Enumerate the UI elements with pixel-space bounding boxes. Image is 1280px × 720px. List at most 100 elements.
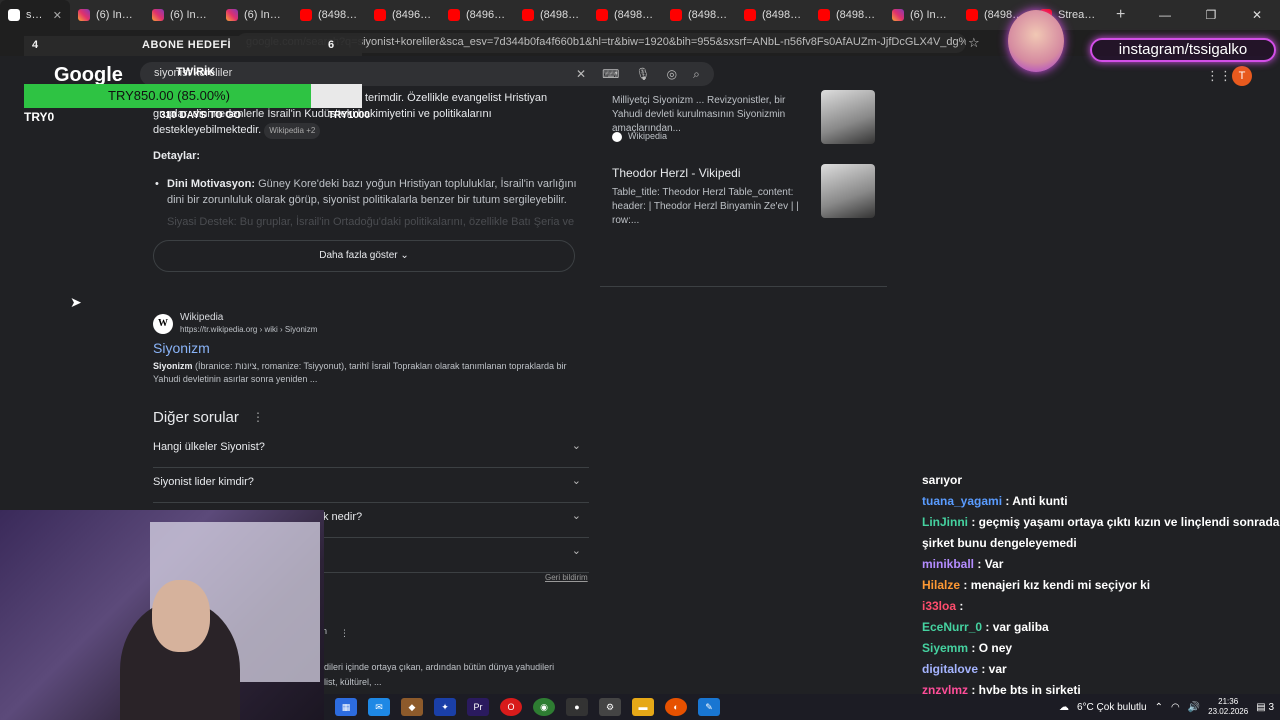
chat-text: : (959, 599, 964, 613)
tab-label: (8498) unutm (318, 9, 358, 21)
settings-icon[interactable]: ⚙ (599, 698, 621, 716)
tab-label: (8498) Müge (762, 9, 802, 21)
tab-youtube[interactable]: (8496) SURV (366, 0, 440, 30)
bookmark-star-icon[interactable]: ☆ (968, 35, 980, 51)
show-more-button[interactable]: Daha fazla göster ⌄ (153, 240, 575, 272)
chat-username[interactable]: tuana_yagami (922, 494, 1005, 508)
instagram-icon (152, 9, 164, 21)
keyboard-icon[interactable]: ⌨ (602, 67, 619, 82)
system-tray: ☁ 6°C Çok bulutlu ⌃ ◠ 🔊 21:36 23.02.2026 … (1059, 694, 1280, 720)
time: 21:36 (1218, 697, 1239, 706)
chat-text: şirket bunu dengeleyemedi (922, 536, 1077, 550)
chat-username[interactable]: i33loa (922, 599, 959, 613)
premiere-icon[interactable]: Pr (467, 698, 489, 716)
chat-message: EceNurr_0 : var galiba (918, 617, 1280, 638)
youtube-icon (374, 9, 386, 21)
app-icon[interactable]: ✦ (434, 698, 456, 716)
tab-instagram[interactable]: (6) Instagram (884, 0, 958, 30)
chat-username[interactable]: LinJinni (922, 515, 971, 529)
search-icon[interactable]: ⌕ (693, 67, 700, 82)
feedback-link[interactable]: Geri bildirim (545, 573, 588, 582)
youtube-icon (670, 9, 682, 21)
side-card-snippet: Table_title: Theodor Herzl Table_content… (612, 187, 799, 226)
progress-min: TRY0 (24, 110, 55, 124)
microphone-icon[interactable]: 🎙 (635, 67, 650, 82)
tab-youtube[interactable]: (8498) SİNA (810, 0, 884, 30)
tab-youtube[interactable]: (8498) ERKA (588, 0, 662, 30)
wifi-icon[interactable]: ◠ (1171, 702, 1180, 713)
tab-youtube[interactable]: (8496) SERC (440, 0, 514, 30)
chat-text: : O ney (971, 641, 1013, 655)
side-card-snippet: Milliyetçi Siyonizm ... Revizyonistler, … (612, 95, 786, 134)
notification-count: 3 (1268, 701, 1274, 713)
subscriber-goal-bar: 4 ABONE HEDEFİ 6 (24, 36, 362, 56)
result-url[interactable]: https://tr.wikipedia.org › wiki › Siyoni… (180, 325, 317, 334)
chrome-icon[interactable]: ◉ (533, 698, 555, 716)
weather-text[interactable]: 6°C Çok bulutlu (1077, 702, 1147, 713)
instagram-overlay: instagram/tssigalko (1008, 10, 1280, 80)
tab-label: siyonist ko (26, 9, 45, 21)
chat-text: : geçmiş yaşamı ortaya çıktı kızın ve li… (971, 515, 1280, 529)
paint-icon[interactable]: ✎ (698, 698, 720, 716)
volume-icon[interactable]: 🔊 (1188, 702, 1200, 713)
tab-youtube[interactable]: (8498) Doğu (514, 0, 588, 30)
close-tab-icon[interactable]: ✕ (53, 9, 62, 22)
result-title-link[interactable]: Siyonizm (153, 340, 210, 356)
other-questions-heading: Diğer sorular (153, 409, 239, 426)
chat-username[interactable]: EceNurr_0 (922, 620, 985, 634)
tab-instagram[interactable]: (6) Instagram (70, 0, 144, 30)
donation-progress-bar: TRY850.00 (85.00%) (24, 84, 362, 108)
show-more-label: Daha fazla göster (319, 250, 398, 261)
chat-text: : Var (977, 557, 1004, 571)
tab-instagram[interactable]: (6) Instagram (218, 0, 292, 30)
more-options-icon[interactable]: ⋮ (252, 410, 264, 424)
question-row[interactable]: Hangi ülkeler Siyonist? ⌄ (153, 433, 589, 468)
faded-line: Siyasi Destek: Bu gruplar, İsrail'in Ort… (167, 216, 575, 228)
chat-username[interactable]: digitalove (922, 662, 981, 676)
tab-google-search[interactable]: siyonist ko ✕ (0, 0, 70, 30)
side-card-source: Wikipedia (612, 131, 667, 142)
notification-icon[interactable]: ▤ 3 (1256, 702, 1274, 713)
result-snippet: Siyonizm (İbranice: ציונות, romanize: Ts… (153, 360, 583, 386)
portrait-thumbnail (821, 90, 875, 144)
obs-icon[interactable]: ● (566, 698, 588, 716)
tab-youtube[interactable]: (8498) Müge (736, 0, 810, 30)
outlook-icon[interactable]: ✉ (368, 698, 390, 716)
tab-instagram[interactable]: (6) Instagram (144, 0, 218, 30)
question-text: Siyonist lider kimdir? (153, 476, 254, 488)
ai-line-3-text: destekleyebilmektedir. (153, 124, 262, 136)
chat-username[interactable]: Siyemm (922, 641, 971, 655)
source-chip[interactable]: Wikipedia +2 (264, 123, 321, 139)
calculator-icon[interactable]: ▦ (335, 698, 357, 716)
more-options-icon[interactable]: ⋮ (340, 628, 349, 639)
youtube-icon (522, 9, 534, 21)
game-icon[interactable]: ◆ (401, 698, 423, 716)
side-card[interactable]: Milliyetçi Siyonizm ... Revizyonistler, … (600, 86, 890, 148)
lens-icon[interactable]: ◎ (667, 67, 677, 82)
side-card[interactable]: Theodor Herzl - Vikipedi Table_title: Th… (600, 156, 890, 226)
result-site-name[interactable]: Wikipedia (180, 312, 223, 323)
chat-username[interactable]: minikball (922, 557, 977, 571)
firefox-icon[interactable]: ◐ (665, 698, 687, 716)
tab-youtube[interactable]: (8498) Metr (662, 0, 736, 30)
clear-icon[interactable]: ✕ (576, 67, 586, 82)
folder-icon[interactable]: ▬ (632, 698, 654, 716)
tab-youtube[interactable]: (8498) unutm (292, 0, 366, 30)
instagram-handle: instagram/tssigalko (1090, 38, 1276, 62)
clock[interactable]: 21:36 23.02.2026 (1208, 697, 1248, 717)
snippet-bold: Siyonizm (153, 361, 193, 371)
tray-chevron-icon[interactable]: ⌃ (1155, 702, 1163, 713)
overlay-label: TWİRİK (176, 66, 216, 78)
webcam-feed (0, 510, 324, 720)
youtube-icon (448, 9, 460, 21)
opera-icon[interactable]: O (500, 698, 522, 716)
tab-label: (6) Instagram (244, 9, 284, 21)
instagram-icon (226, 9, 238, 21)
days-left: 310 DAYS TO GO (160, 110, 242, 121)
chat-text: : menajeri kız kendi mi seçiyor ki (963, 578, 1151, 592)
chevron-down-icon: ⌄ (571, 440, 581, 452)
chevron-down-icon: ⌄ (400, 250, 409, 261)
youtube-icon (596, 9, 608, 21)
chat-username[interactable]: Hilalze (922, 578, 963, 592)
question-row[interactable]: Siyonist lider kimdir? ⌄ (153, 468, 589, 503)
